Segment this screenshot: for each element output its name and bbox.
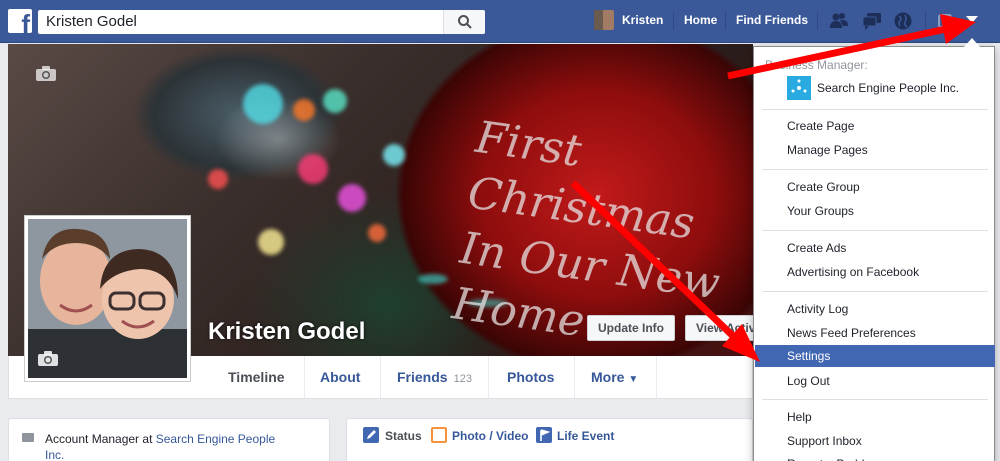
friends-count: 123 [453, 373, 472, 385]
tab-timeline[interactable]: Timeline [209, 356, 305, 398]
bokeh-light [368, 224, 386, 242]
bokeh-light [243, 84, 283, 124]
business-account-link[interactable]: Search Engine People Inc. [817, 81, 959, 95]
business-manager-label: Business Manager: [765, 58, 868, 72]
post-composer: Status Photo / Video Life Event [346, 418, 753, 461]
profile-picture[interactable] [24, 215, 191, 382]
menu-item-news-feed-preferences[interactable]: News Feed Preferences [755, 322, 995, 344]
camera-icon[interactable] [37, 351, 59, 367]
nav-divider [673, 12, 674, 30]
bokeh-light [298, 154, 328, 184]
menu-item-support-inbox[interactable]: Support Inbox [755, 430, 995, 452]
bokeh-light [323, 89, 347, 113]
menu-item-advertising[interactable]: Advertising on Facebook [755, 261, 995, 283]
profile-name[interactable]: Kristen Godel [208, 318, 365, 346]
menu-divider [762, 291, 988, 292]
menu-divider [762, 169, 988, 170]
profile-photo [28, 219, 187, 378]
menu-item-create-page[interactable]: Create Page [755, 115, 995, 137]
notifications-globe-icon[interactable] [893, 11, 913, 31]
nav-home-link[interactable]: Home [684, 13, 717, 27]
friend-requests-icon[interactable] [829, 11, 849, 31]
photo-video-tab[interactable]: Photo / Video [452, 429, 528, 443]
chevron-down-icon: ▼ [628, 374, 639, 385]
menu-divider [762, 230, 988, 231]
avatar [594, 10, 614, 30]
bokeh-light [208, 169, 228, 189]
pencil-icon [363, 427, 379, 443]
work-info: Account Manager at Search Engine People … [45, 432, 276, 461]
facebook-logo-icon[interactable]: f [8, 9, 32, 33]
view-activity-log-button[interactable]: View Activity Log [685, 315, 753, 341]
camera-icon[interactable] [35, 66, 57, 82]
messages-icon[interactable] [862, 11, 882, 31]
nav-profile-name[interactable]: Kristen [622, 13, 663, 27]
nav-divider [925, 12, 926, 30]
menu-item-manage-pages[interactable]: Manage Pages [755, 139, 995, 161]
tab-friends[interactable]: Friends 123 [381, 356, 489, 398]
menu-item-report-problem[interactable]: Report a Problem [755, 453, 995, 461]
dropdown-pointer [964, 38, 980, 47]
menu-item-create-group[interactable]: Create Group [755, 176, 995, 198]
privacy-lock-icon[interactable] [938, 14, 952, 28]
update-info-button[interactable]: Update Info [587, 315, 675, 341]
tab-about[interactable]: About [305, 356, 381, 398]
bokeh-light [293, 99, 315, 121]
briefcase-icon [22, 433, 34, 442]
menu-item-your-groups[interactable]: Your Groups [755, 200, 995, 222]
menu-item-help[interactable]: Help [755, 406, 995, 428]
menu-divider [762, 399, 988, 400]
search-box[interactable]: Kristen Godel [38, 10, 485, 34]
life-event-tab[interactable]: Life Event [557, 429, 614, 443]
account-dropdown-menu: Business Manager: Search Engine People I… [753, 46, 995, 461]
tinsel [418, 274, 448, 284]
nav-divider [817, 12, 818, 30]
tab-photos[interactable]: Photos [489, 356, 575, 398]
tab-more[interactable]: More ▼ [575, 356, 657, 398]
life-event-flag-icon [536, 427, 552, 443]
bokeh-light [338, 184, 366, 212]
menu-divider [762, 109, 988, 110]
search-input[interactable]: Kristen Godel [46, 13, 137, 31]
nav-find-friends-link[interactable]: Find Friends [736, 13, 808, 27]
nav-divider [725, 12, 726, 30]
menu-item-create-ads[interactable]: Create Ads [755, 237, 995, 259]
photo-video-icon [431, 427, 447, 443]
search-icon [458, 15, 472, 29]
menu-item-activity-log[interactable]: Activity Log [755, 298, 995, 320]
account-menu-caret-icon[interactable] [966, 16, 978, 23]
search-button[interactable] [443, 10, 485, 34]
status-tab[interactable]: Status [385, 429, 422, 443]
bokeh-light [258, 229, 284, 255]
menu-item-settings[interactable]: Settings [755, 345, 995, 367]
bokeh-light [383, 144, 405, 166]
top-navigation-bar: f Kristen Godel Kristen Home Find Friend… [0, 0, 1000, 43]
menu-item-log-out[interactable]: Log Out [755, 370, 995, 392]
business-logo-icon [787, 76, 811, 100]
intro-box: Account Manager at Search Engine People … [8, 418, 330, 461]
